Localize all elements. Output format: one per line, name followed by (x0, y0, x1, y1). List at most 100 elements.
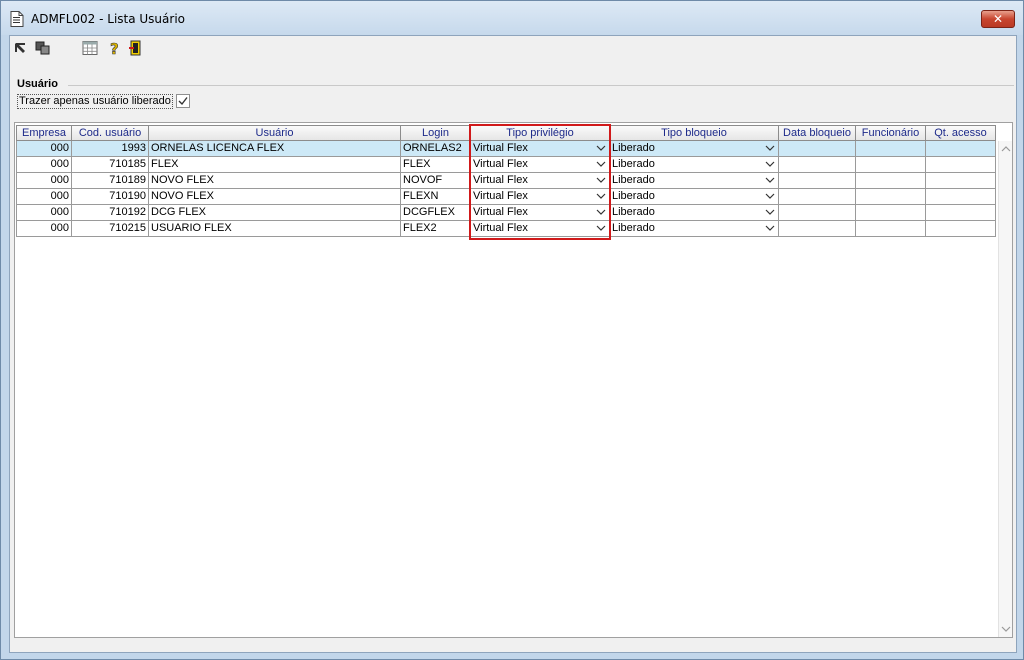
cell-qt-acesso[interactable] (926, 157, 996, 173)
cell-login[interactable]: DCGFLEX (401, 205, 471, 221)
cell-data-bloqueio[interactable] (779, 221, 856, 237)
cell-funcionario[interactable] (856, 173, 926, 189)
vertical-scrollbar[interactable] (998, 141, 1012, 637)
chevron-down-icon[interactable] (596, 207, 606, 217)
copy-icon[interactable] (35, 40, 51, 56)
table-row[interactable]: 000 710185 FLEX FLEX Virtual Flex Libera… (16, 157, 1006, 173)
cell-cod-usuario[interactable]: 710215 (72, 221, 149, 237)
cell-funcionario[interactable] (856, 189, 926, 205)
chevron-down-icon[interactable] (765, 223, 775, 233)
cell-usuario[interactable]: NOVO FLEX (149, 173, 401, 189)
privilege-value: Virtual Flex (473, 158, 528, 170)
chevron-down-icon[interactable] (765, 143, 775, 153)
cell-funcionario[interactable] (856, 157, 926, 173)
cell-qt-acesso[interactable] (926, 189, 996, 205)
cell-cod-usuario[interactable]: 710192 (72, 205, 149, 221)
released-only-checkbox[interactable] (176, 94, 190, 108)
privilege-select[interactable]: Virtual Flex (471, 205, 610, 221)
cell-empresa[interactable]: 000 (16, 221, 72, 237)
cell-cod-usuario[interactable]: 710185 (72, 157, 149, 173)
cell-login[interactable]: NOVOF (401, 173, 471, 189)
cell-login[interactable]: FLEXN (401, 189, 471, 205)
column-header-empresa[interactable]: Empresa (16, 125, 72, 141)
cell-usuario[interactable]: FLEX (149, 157, 401, 173)
cell-qt-acesso[interactable] (926, 205, 996, 221)
block-type-select[interactable]: Liberado (610, 141, 779, 157)
scroll-down-icon[interactable] (1001, 625, 1011, 633)
cell-data-bloqueio[interactable] (779, 205, 856, 221)
privilege-select[interactable]: Virtual Flex (471, 173, 610, 189)
cell-empresa[interactable]: 000 (16, 189, 72, 205)
cell-login[interactable]: FLEX2 (401, 221, 471, 237)
cell-qt-acesso[interactable] (926, 173, 996, 189)
column-header-tipo-bloqueio[interactable]: Tipo bloqueio (610, 125, 779, 141)
chevron-down-icon[interactable] (596, 175, 606, 185)
privilege-value: Virtual Flex (473, 142, 528, 154)
column-header-tipo-privilegio[interactable]: Tipo privilégio (471, 125, 610, 141)
cell-login[interactable]: FLEX (401, 157, 471, 173)
grid-header: Empresa Cod. usuário Usuário Login Tipo … (16, 125, 1006, 141)
cell-usuario[interactable]: USUARIO FLEX (149, 221, 401, 237)
cell-empresa[interactable]: 000 (16, 141, 72, 157)
column-header-funcionario[interactable]: Funcionário (856, 125, 926, 141)
svg-text:?: ? (110, 40, 119, 56)
users-grid: Empresa Cod. usuário Usuário Login Tipo … (14, 122, 1013, 638)
cell-data-bloqueio[interactable] (779, 157, 856, 173)
block-type-select[interactable]: Liberado (610, 173, 779, 189)
calendar-grid-icon[interactable] (82, 40, 98, 56)
cell-empresa[interactable]: 000 (16, 173, 72, 189)
block-type-select[interactable]: Liberado (610, 205, 779, 221)
cell-qt-acesso[interactable] (926, 141, 996, 157)
privilege-value: Virtual Flex (473, 174, 528, 186)
cell-funcionario[interactable] (856, 141, 926, 157)
table-row[interactable]: 000 710192 DCG FLEX DCGFLEX Virtual Flex… (16, 205, 1006, 221)
cell-empresa[interactable]: 000 (16, 157, 72, 173)
table-row[interactable]: 000 1993 ORNELAS LICENCA FLEX ORNELAS2 V… (16, 141, 1006, 157)
cell-cod-usuario[interactable]: 710189 (72, 173, 149, 189)
block-type-select[interactable]: Liberado (610, 221, 779, 237)
close-button[interactable]: ✕ (981, 10, 1015, 28)
chevron-down-icon[interactable] (596, 159, 606, 169)
chevron-down-icon[interactable] (765, 207, 775, 217)
cell-cod-usuario[interactable]: 710190 (72, 189, 149, 205)
cell-funcionario[interactable] (856, 221, 926, 237)
column-header-data-bloqueio[interactable]: Data bloqueio (779, 125, 856, 141)
scroll-up-icon[interactable] (1001, 145, 1011, 153)
cell-funcionario[interactable] (856, 205, 926, 221)
exit-door-icon[interactable] (128, 40, 144, 56)
help-icon[interactable]: ? (106, 40, 122, 56)
chevron-down-icon[interactable] (765, 175, 775, 185)
block-type-value: Liberado (612, 158, 655, 170)
block-type-select[interactable]: Liberado (610, 189, 779, 205)
chevron-down-icon[interactable] (596, 191, 606, 201)
chevron-down-icon[interactable] (596, 143, 606, 153)
first-record-icon[interactable] (13, 40, 29, 56)
title-bar[interactable]: ADMFL002 - Lista Usuário ✕ (1, 1, 1023, 35)
cell-data-bloqueio[interactable] (779, 141, 856, 157)
cell-login[interactable]: ORNELAS2 (401, 141, 471, 157)
chevron-down-icon[interactable] (765, 191, 775, 201)
released-only-checkbox-label[interactable]: Trazer apenas usuário liberado (17, 94, 173, 109)
table-row[interactable]: 000 710189 NOVO FLEX NOVOF Virtual Flex … (16, 173, 1006, 189)
privilege-select[interactable]: Virtual Flex (471, 221, 610, 237)
privilege-select[interactable]: Virtual Flex (471, 141, 610, 157)
privilege-select[interactable]: Virtual Flex (471, 189, 610, 205)
cell-cod-usuario[interactable]: 1993 (72, 141, 149, 157)
cell-qt-acesso[interactable] (926, 221, 996, 237)
column-header-usuario[interactable]: Usuário (149, 125, 401, 141)
column-header-cod-usuario[interactable]: Cod. usuário (72, 125, 149, 141)
block-type-select[interactable]: Liberado (610, 157, 779, 173)
privilege-select[interactable]: Virtual Flex (471, 157, 610, 173)
cell-data-bloqueio[interactable] (779, 173, 856, 189)
cell-usuario[interactable]: NOVO FLEX (149, 189, 401, 205)
table-row[interactable]: 000 710215 USUARIO FLEX FLEX2 Virtual Fl… (16, 221, 1006, 237)
table-row[interactable]: 000 710190 NOVO FLEX FLEXN Virtual Flex … (16, 189, 1006, 205)
cell-usuario[interactable]: DCG FLEX (149, 205, 401, 221)
cell-data-bloqueio[interactable] (779, 189, 856, 205)
chevron-down-icon[interactable] (596, 223, 606, 233)
cell-usuario[interactable]: ORNELAS LICENCA FLEX (149, 141, 401, 157)
cell-empresa[interactable]: 000 (16, 205, 72, 221)
column-header-login[interactable]: Login (401, 125, 471, 141)
column-header-qt-acesso[interactable]: Qt. acesso (926, 125, 996, 141)
chevron-down-icon[interactable] (765, 159, 775, 169)
